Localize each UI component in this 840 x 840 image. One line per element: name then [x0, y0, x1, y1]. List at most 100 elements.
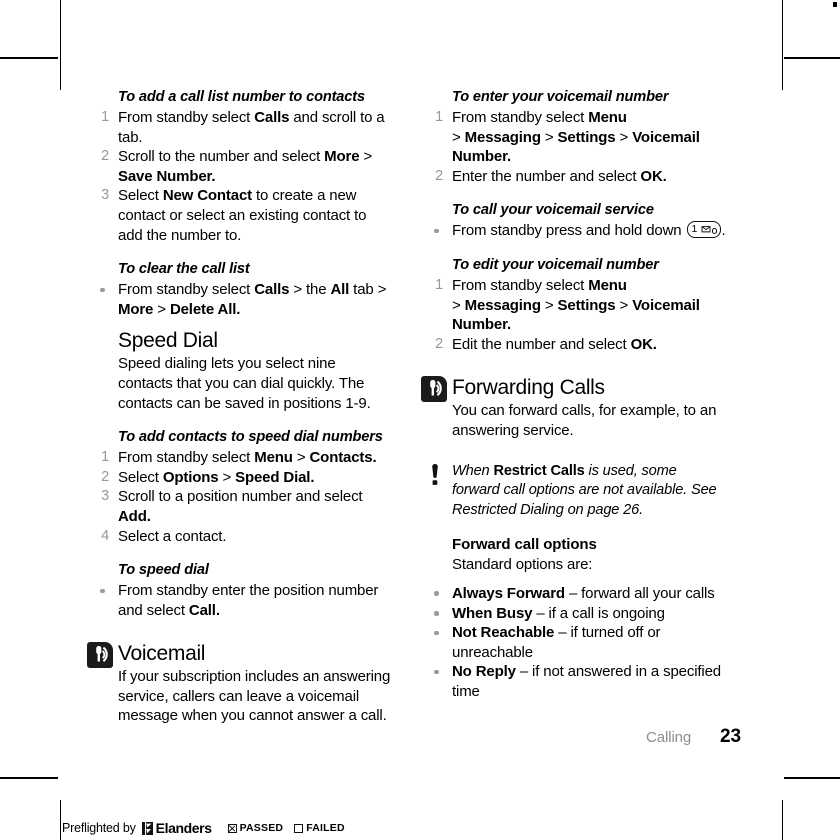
procedure-title: To add contacts to speed dial numbers — [118, 429, 383, 446]
key-1-voicemail-icon: 1 — [686, 221, 721, 239]
procedure-step: 2 Edit the number and select OK. — [430, 335, 728, 355]
note-text: When Restrict Calls is used, some forwar… — [452, 462, 717, 518]
procedure-title: To add a call list number to contacts — [118, 89, 365, 105]
section-body: Speed dialing lets you select nine conta… — [118, 355, 371, 412]
procedure-title: To call your voicemail service — [452, 202, 654, 219]
bullet-dot — [434, 591, 439, 596]
procedure-step: 1 From standby select Calls and scroll to… — [96, 108, 394, 147]
list-item: When Busy – if a call is ongoing — [430, 604, 728, 624]
procedure-title: To speed dial — [118, 562, 209, 579]
section-voicemail: Voicemail If your subscription includes … — [87, 641, 394, 726]
step-text: Select a contact. — [118, 527, 227, 545]
list-item-text: From standby press and hold down 1. — [452, 221, 726, 240]
step-number: 3 — [101, 187, 109, 204]
voicemail-signal-icon — [421, 376, 447, 403]
bullet-dot — [434, 611, 439, 616]
right-column: To enter your voicemail number 1 From sta… — [421, 88, 728, 702]
failed-checkbox — [294, 823, 304, 833]
section-body: If your subscription includes an answeri… — [118, 668, 391, 725]
bullet-dot — [100, 588, 105, 594]
step-text: From standby select Calls and scroll to … — [118, 109, 385, 146]
list-item-text: From standby enter the position number a… — [118, 582, 379, 619]
procedure-title: To edit your voicemail number — [452, 256, 659, 273]
list-item: From standby enter the position number a… — [96, 581, 394, 620]
page-number: 23 — [720, 726, 741, 747]
section-speed-dial: Speed Dial Speed dialing lets you select… — [96, 328, 394, 413]
step-number: 2 — [101, 148, 109, 165]
step-text: Select New Contact to create a new conta… — [118, 187, 367, 244]
procedure-step: 1 From standby select Menu > Messaging > S… — [430, 276, 728, 335]
forward-options-list: Always Forward – forward all your calls W… — [430, 584, 728, 702]
list-item-text: Not Reachable – if turned off or unreach… — [452, 624, 661, 661]
list-item-text: No Reply – if not answered in a specifie… — [452, 663, 721, 700]
step-text: Enter the number and select OK. — [452, 167, 667, 185]
preflight-label: Preflighted by — [62, 821, 136, 835]
subsection-intro: Standard options are: — [452, 556, 593, 574]
procedure-step: 2 Scroll to the number and select More > … — [96, 147, 394, 186]
procedure-title: To enter your voicemail number — [452, 89, 669, 105]
procedure-step: 3 Select New Contact to create a new cont… — [96, 186, 394, 245]
step-number: 2 — [101, 468, 109, 485]
subsection-heading: Forward call options — [452, 536, 597, 554]
failed-label: FAILED — [306, 822, 345, 834]
section-heading: Forwarding Calls — [452, 376, 605, 400]
list-item-text: From standby select Calls > the All tab … — [118, 281, 387, 318]
step-number: 1 — [435, 276, 443, 293]
list-item: Not Reachable – if turned off or unreach… — [430, 623, 728, 662]
step-number: 3 — [101, 488, 109, 505]
exclamation-icon — [428, 463, 442, 490]
preflight-failed: FAILED — [294, 822, 345, 834]
procedure-step: 2 Enter the number and select OK. — [430, 167, 728, 187]
section-forwarding-calls: Forwarding Calls You can forward calls, … — [421, 375, 728, 440]
step-number: 1 — [435, 109, 443, 125]
section-body: You can forward calls, for example, to a… — [452, 402, 717, 439]
chapter-label: Calling — [646, 729, 692, 746]
step-number: 2 — [435, 167, 443, 184]
step-number: 2 — [435, 335, 443, 352]
step-text: From standby select Menu > Contacts. — [118, 449, 377, 467]
elanders-logo-icon — [141, 821, 153, 835]
procedure-step: 1 From standby select Menu > Messaging > S… — [430, 108, 728, 167]
step-text: From standby select Menu > Messaging > Se… — [452, 276, 700, 334]
bullet-dot — [434, 630, 439, 636]
bullet-dot — [434, 228, 439, 234]
note-callout: When Restrict Calls is used, some forwar… — [430, 462, 728, 521]
procedure-steps: 1 From standby select Calls and scroll to… — [96, 108, 394, 245]
bullet-dot — [434, 669, 439, 675]
procedure-bullets: From standby select Calls > the All tab … — [96, 280, 394, 319]
procedure-step: 3 Scroll to a position number and select … — [96, 487, 394, 526]
procedure-bullets: From standby enter the position number a… — [96, 581, 394, 620]
list-item-text: Always Forward – forward all your calls — [452, 584, 715, 602]
procedure-step: 2 Select Options > Speed Dial. — [96, 468, 394, 488]
procedure-bullets: From standby press and hold down 1. — [430, 221, 728, 241]
preflight-brand: Elanders — [155, 820, 212, 836]
step-text: From standby select Menu > Messaging > Se… — [452, 109, 700, 166]
passed-label: PASSED — [239, 822, 284, 834]
step-number: 4 — [101, 527, 109, 544]
step-text: Scroll to a position number and select A… — [118, 488, 363, 525]
procedure-steps: 1 From standby select Menu > Contacts. 2 Se… — [96, 448, 394, 546]
list-item: No Reply – if not answered in a specifie… — [430, 662, 728, 701]
preflight-passed: PASSED — [227, 822, 284, 834]
step-number: 1 — [101, 449, 109, 466]
passed-checkbox — [227, 823, 237, 833]
voicemail-signal-icon — [87, 642, 113, 669]
section-heading: Voicemail — [118, 642, 206, 666]
list-item: From standby select Calls > the All tab … — [96, 280, 394, 319]
section-heading: Speed Dial — [118, 329, 218, 353]
left-column: To add a call list number to contacts 1F… — [87, 88, 394, 726]
procedure-step: 4 Select a contact. — [96, 527, 394, 547]
list-item: Always Forward – forward all your calls — [430, 584, 728, 604]
list-item-text: When Busy – if a call is ongoing — [452, 604, 665, 622]
procedure-steps: 1 From standby select Menu > Messaging > S… — [430, 108, 728, 186]
